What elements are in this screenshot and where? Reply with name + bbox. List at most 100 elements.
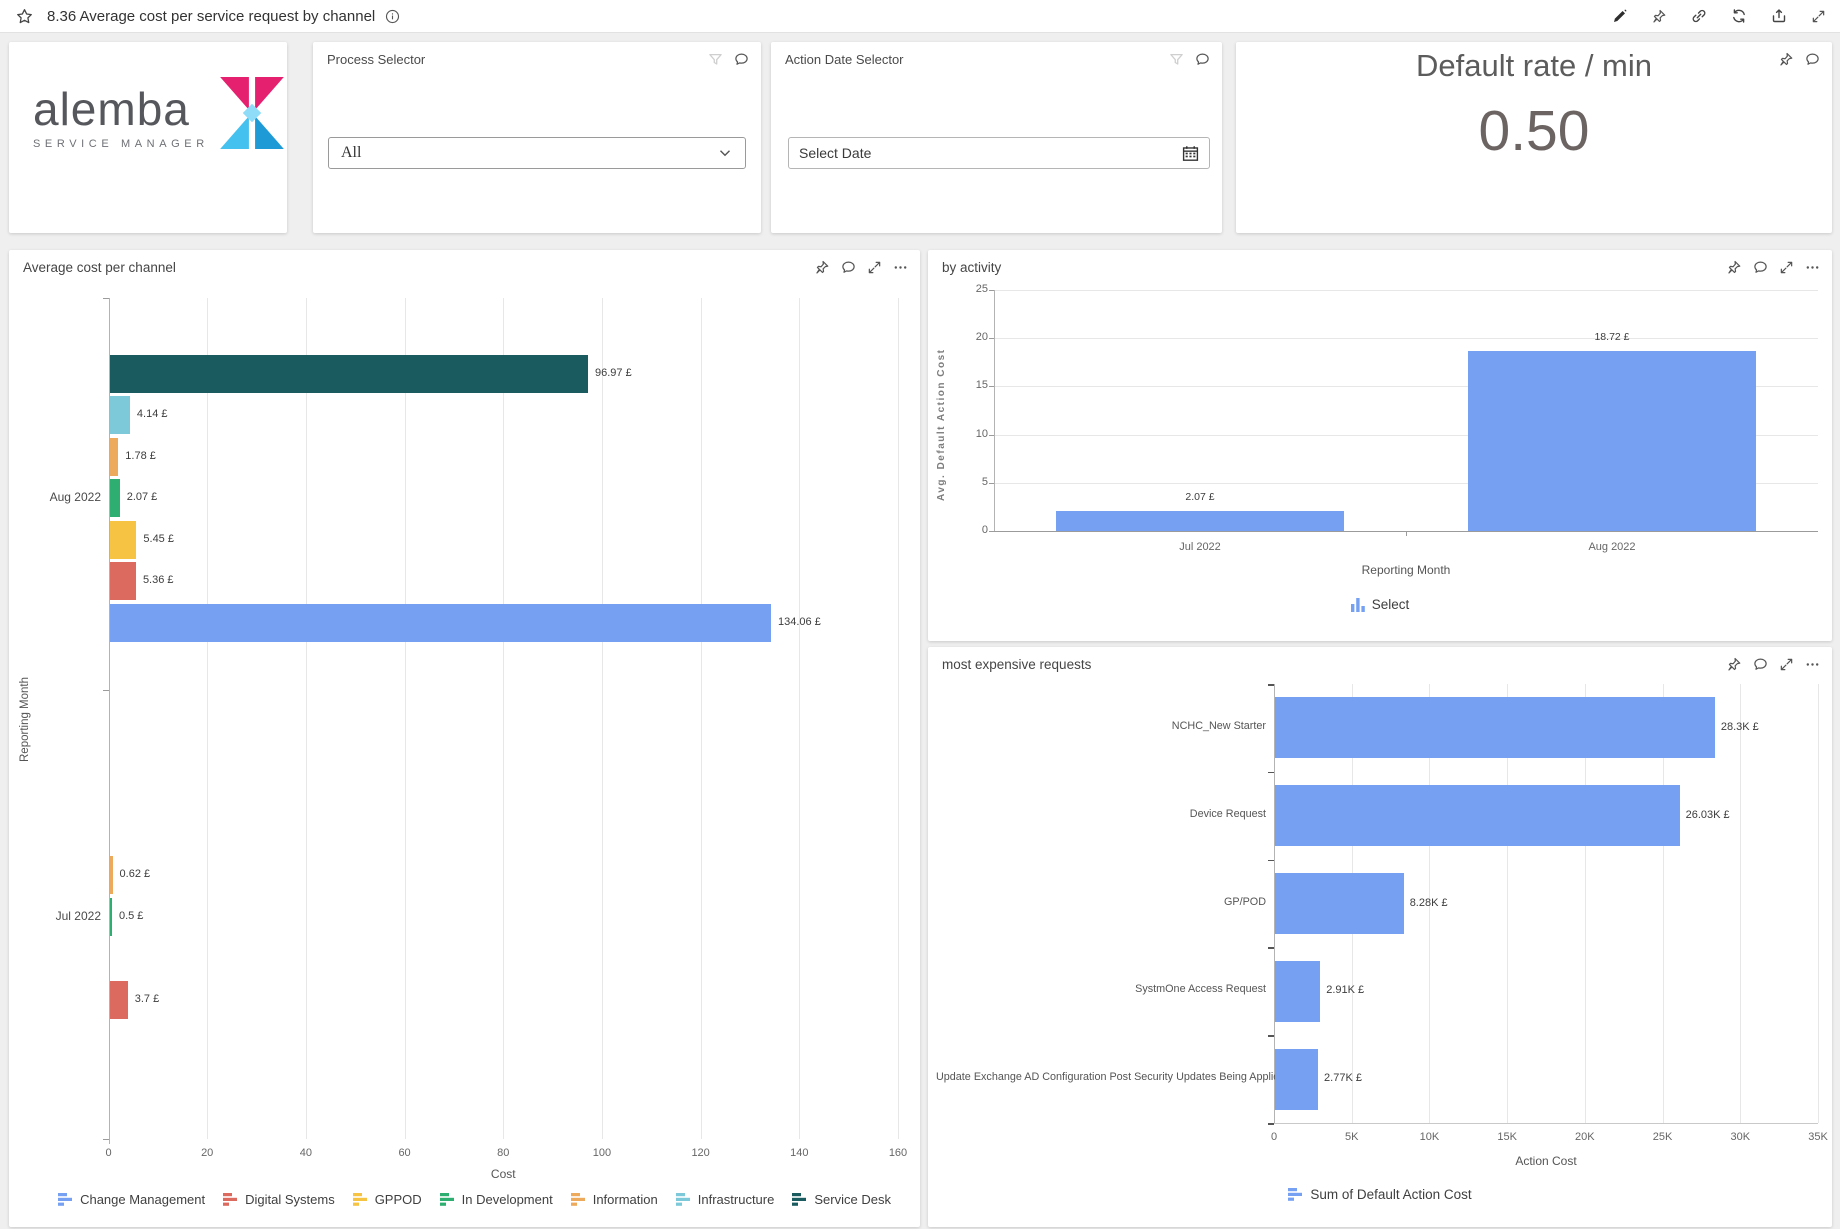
y-axis-title: Avg. Default Action Cost [936,320,947,501]
hbar-chart-icon [571,1193,586,1206]
legend-item-change-management[interactable]: Change Management [58,1192,205,1207]
bar-information[interactable] [110,856,113,894]
bar-value-label: 28.3K £ [1721,721,1759,733]
category-label: SystmOne Access Request [936,983,1266,995]
gridline [602,298,603,1139]
hbar-chart-icon [353,1193,368,1206]
bar-value-label: 26.03K £ [1686,809,1730,821]
expand-icon[interactable] [1811,9,1826,24]
hbar-chart-icon [792,1193,807,1206]
gridline [1740,684,1741,1123]
bar-value-label: 134.06 £ [778,616,821,628]
gridline [503,298,504,1139]
hbar-chart-icon [440,1193,455,1206]
bar-value-label: 5.36 £ [143,574,174,586]
gridline [898,298,899,1139]
bar-request[interactable] [1275,697,1715,758]
legend-label: Select [1372,597,1410,612]
x-tick-label: 100 [587,1147,617,1159]
comment-icon[interactable] [734,52,749,67]
process-select-value: All [341,144,361,162]
bar-jul-2022[interactable] [1056,511,1344,531]
edit-icon[interactable] [1612,8,1628,24]
bar-in-development[interactable] [110,898,112,936]
comment-icon[interactable] [1805,52,1820,67]
by-activity-widget: by activity 2520151050Avg. Default Actio… [928,250,1832,641]
bar-gppod[interactable] [110,521,137,559]
legend-item-infrastructure[interactable]: Infrastructure [676,1192,775,1207]
bar-change-management[interactable] [110,604,772,642]
axis-tick [1268,1035,1274,1037]
most-expensive-chart-plot: 05K10K15K20K25K30K35KAction CostNCHC_New… [928,647,1832,1227]
alemba-x-logo-icon [219,76,285,150]
bar-in-development[interactable] [110,479,120,517]
action-date-selector-card: Action Date Selector Select Date [771,42,1222,233]
bar-aug-2022[interactable] [1468,351,1756,531]
legend-item-service-desk[interactable]: Service Desk [792,1192,891,1207]
y-tick-label: 10 [962,428,988,440]
most-expensive-requests-widget: most expensive requests 05K10K15K20K25K3… [928,647,1832,1227]
bar-digital-systems[interactable] [110,562,136,600]
favorite-star-icon[interactable] [16,8,33,25]
column-chart-icon [1351,597,1365,612]
bar-information[interactable] [110,438,119,476]
legend-item-gppod[interactable]: GPPOD [353,1192,422,1207]
bar-value-label: 8.28K £ [1410,897,1448,909]
x-tick-label: 5K [1334,1131,1370,1143]
y-axis-title: Reporting Month [19,659,31,779]
legend-label: Change Management [80,1192,205,1207]
share-icon[interactable] [1771,8,1787,24]
filter-icon[interactable] [708,52,723,67]
legend-item-in-development[interactable]: In Development [440,1192,553,1207]
default-rate-value: 0.50 [1236,98,1832,164]
bar-value-label: 0.5 £ [119,910,143,922]
bar-request[interactable] [1275,873,1404,934]
pin-icon[interactable] [1652,9,1667,24]
filter-icon[interactable] [1169,52,1184,67]
bar-request[interactable] [1275,961,1320,1022]
legend-item-select[interactable]: Select [1351,597,1410,612]
refresh-icon[interactable] [1731,8,1747,24]
legend-label: Information [593,1192,658,1207]
bar-request[interactable] [1275,1049,1318,1110]
process-select-dropdown[interactable]: All [328,137,746,169]
gridline [1818,684,1819,1123]
default-rate-card: Default rate / min 0.50 [1236,42,1832,233]
bar-service-desk[interactable] [110,355,588,393]
legend-item-sum-of-default-action-cost[interactable]: Sum of Default Action Cost [1288,1187,1471,1202]
x-tick-label: 140 [784,1147,814,1159]
bar-infrastructure[interactable] [110,396,130,434]
x-tick-label: 0 [1256,1131,1292,1143]
category-label: Update Exchange AD Configuration Post Se… [936,1071,1266,1083]
x-axis-title: Cost [463,1167,543,1181]
legend-label: Service Desk [814,1192,891,1207]
link-icon[interactable] [1691,8,1707,24]
chevron-down-icon [717,145,733,161]
x-tick-label: 120 [686,1147,716,1159]
y-tick-label: 20 [962,331,988,343]
legend-item-information[interactable]: Information [571,1192,658,1207]
hbar-chart-icon [1288,1188,1303,1201]
legend-item-digital-systems[interactable]: Digital Systems [223,1192,335,1207]
toolbar-actions [1612,0,1826,32]
x-tick-label: Jul 2022 [1155,541,1245,553]
axis-tick [1268,860,1274,862]
legend-label: Digital Systems [245,1192,335,1207]
category-label: NCHC_New Starter [936,720,1266,732]
pin-icon[interactable] [1779,52,1794,67]
date-picker-input[interactable]: Select Date [788,137,1210,169]
category-label: GP/POD [936,896,1266,908]
bar-digital-systems[interactable] [110,981,128,1019]
gridline [207,298,208,1139]
bar-request[interactable] [1275,785,1680,846]
y-axis-line [994,290,995,531]
alemba-logo: alemba SERVICE MANAGER [33,76,285,150]
x-tick-label: 35K [1800,1131,1836,1143]
gridline [405,298,406,1139]
info-icon[interactable] [385,9,400,24]
x-tick-label: 25K [1645,1131,1681,1143]
top-bar: 8.36 Average cost per service request by… [0,0,1840,33]
comment-icon[interactable] [1195,52,1210,67]
bar-value-label: 3.7 £ [135,993,159,1005]
legend-label: Sum of Default Action Cost [1310,1187,1471,1202]
